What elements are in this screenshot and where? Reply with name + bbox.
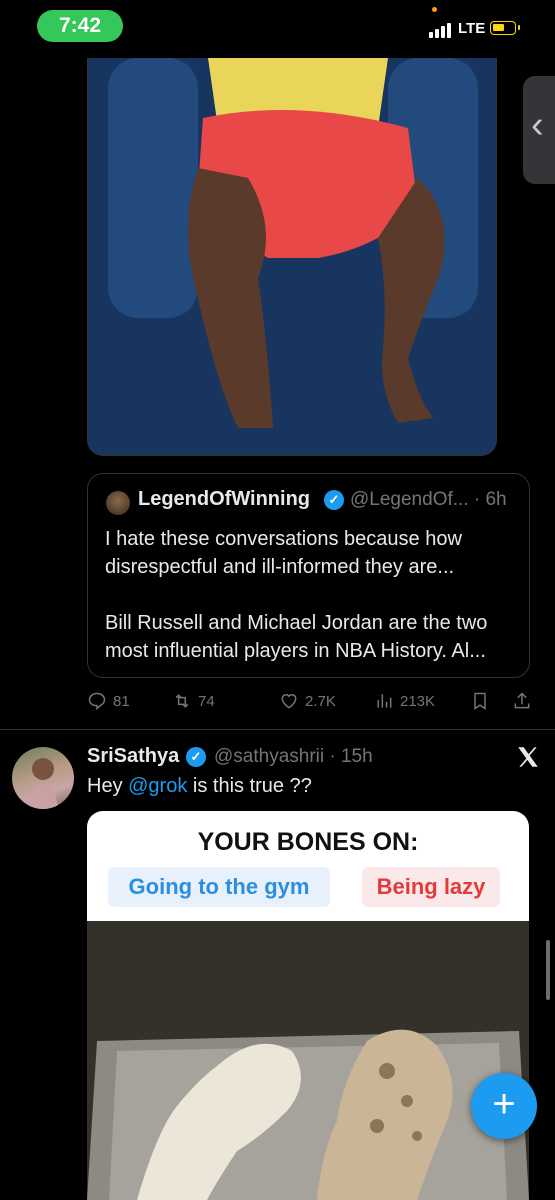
share-icon: [514, 692, 530, 709]
chevron-left-icon: ‹: [531, 104, 544, 146]
post-divider: [0, 729, 555, 730]
share-button[interactable]: [512, 686, 532, 716]
network-label: LTE: [458, 20, 486, 37]
heart-icon: [281, 694, 297, 709]
status-time: 7:42: [37, 10, 123, 42]
post-media-image[interactable]: YOUR BONES ON: Going to the gym Being la…: [87, 811, 529, 1200]
like-button[interactable]: 2.7K: [279, 686, 336, 716]
post-media-image[interactable]: [87, 58, 497, 456]
signal-icon: [429, 22, 453, 38]
battery-icon: [490, 21, 520, 35]
post-handle-time: @sathyashrii · 15h: [214, 746, 373, 767]
views-button[interactable]: 213K: [374, 686, 435, 716]
quoted-paragraph-2: Bill Russell and Michael Jordan are the …: [105, 612, 488, 662]
quoted-post-text: I hate these conversations because how d…: [105, 525, 520, 693]
reply-count: 81: [113, 692, 130, 710]
plus-icon: +: [492, 1082, 516, 1126]
post-text: Hey @grok is this true ??: [87, 775, 312, 798]
bones-illustration: [87, 921, 529, 1200]
post-action-bar: 81 74 2.7K 213K: [87, 686, 537, 716]
avatar-photo: [28, 758, 58, 809]
repost-icon: [175, 694, 189, 708]
views-icon: [377, 694, 392, 708]
post-text-after: is this true ??: [187, 775, 312, 797]
views-count: 213K: [400, 692, 436, 710]
repost-count: 74: [198, 692, 215, 710]
compose-button[interactable]: +: [471, 1073, 537, 1139]
reply-button[interactable]: 81: [87, 686, 130, 716]
quoted-display-name[interactable]: LegendOfWinning: [138, 488, 310, 511]
media-label-gym: Going to the gym: [108, 867, 330, 907]
photo-illustration: [88, 58, 496, 455]
scrollbar-thumb[interactable]: [546, 940, 550, 1000]
bones-photo: [87, 921, 529, 1200]
media-title: YOUR BONES ON:: [197, 828, 419, 856]
quoted-paragraph-1: I hate these conversations because how d…: [105, 528, 462, 578]
quoted-handle-time: @LegendOf... · 6h: [350, 489, 507, 510]
post-display-name[interactable]: SriSathya: [87, 745, 179, 768]
status-bar: 7:42 LTE: [0, 0, 555, 58]
media-label-lazy: Being lazy: [362, 867, 500, 907]
side-panel-tab[interactable]: ‹: [523, 76, 555, 184]
mention-link[interactable]: @grok: [128, 775, 187, 797]
verified-badge-icon: ✓: [186, 747, 206, 767]
bookmark-icon: [474, 692, 486, 710]
verified-badge-icon: ✓: [324, 490, 344, 510]
like-count: 2.7K: [305, 692, 336, 710]
reply-icon: [88, 692, 106, 711]
quoted-post-card[interactable]: LegendOfWinning ✓ @LegendOf... · 6h I ha…: [87, 473, 530, 678]
repost-button[interactable]: 74: [172, 686, 215, 716]
quoted-avatar[interactable]: [106, 491, 130, 515]
post-text-before: Hey: [87, 775, 129, 797]
x-logo-icon: [518, 747, 538, 767]
avatar[interactable]: [12, 747, 74, 809]
privacy-indicator-dot: [432, 7, 437, 12]
bookmark-button[interactable]: [470, 686, 490, 716]
